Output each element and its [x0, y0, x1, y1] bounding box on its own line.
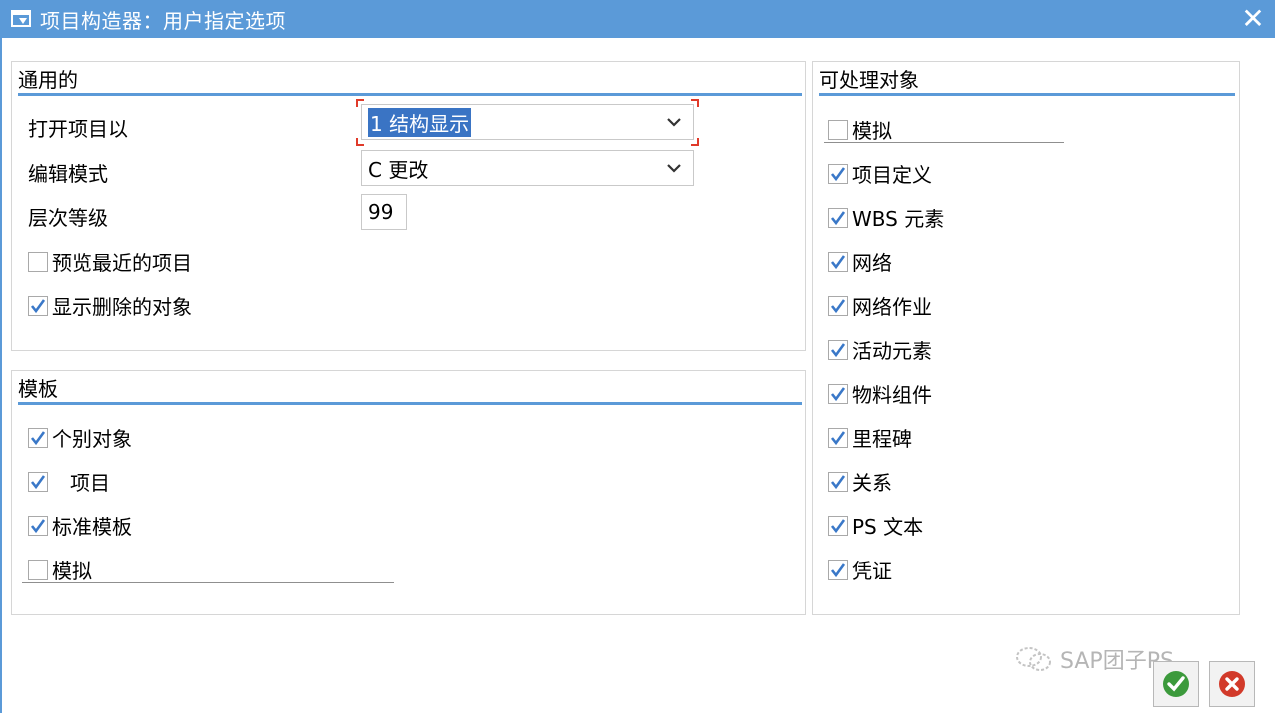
level-input[interactable]: 99: [361, 194, 407, 230]
checkbox-box: [28, 559, 48, 580]
group-template-title: 模板: [18, 377, 58, 401]
processable-item-label: 网络: [852, 251, 892, 275]
processable-item-label: 项目定义: [852, 163, 932, 187]
processable-item-label: 网络作业: [852, 295, 932, 319]
group-general-title: 通用的: [18, 68, 78, 92]
chevron-down-icon: [667, 164, 681, 173]
edit-mode-value: C 更改: [368, 157, 429, 182]
open-project-value: 1 结构显示: [368, 107, 472, 137]
template-item-label: 标准模板: [52, 515, 132, 539]
checkbox-box: [828, 295, 848, 316]
processable-item-label: 物料组件: [852, 383, 932, 407]
checkbox-box: [828, 119, 848, 140]
group-template-rule: [18, 402, 802, 405]
processable-item-label: 里程碑: [852, 427, 912, 451]
checkbox-box: [28, 427, 48, 448]
template-item-project[interactable]: 项目: [28, 467, 110, 496]
group-general-rule: [18, 93, 802, 96]
processable-item-label: 活动元素: [852, 339, 932, 363]
processable-item-network[interactable]: 网络: [828, 247, 892, 276]
processable-item-label: 模拟: [852, 119, 892, 143]
processable-item-simulation[interactable]: 模拟: [828, 115, 892, 144]
level-label: 层次等级: [28, 206, 108, 230]
check-circle-icon: [1163, 671, 1189, 697]
focus-corner-bl: [356, 138, 364, 146]
processable-simulation-rule: [824, 142, 1064, 143]
checkbox-box: [28, 295, 48, 316]
checkbox-box: [828, 163, 848, 184]
template-item-standard[interactable]: 标准模板: [28, 511, 132, 540]
processable-item-material-component[interactable]: 物料组件: [828, 379, 932, 408]
checkbox-box: [828, 515, 848, 536]
show-deleted-checkbox[interactable]: 显示删除的对象: [28, 291, 192, 320]
title-bar: 项目构造器：用户指定选项 ✕: [0, 0, 1275, 38]
checkbox-box: [828, 339, 848, 360]
close-button[interactable]: ✕: [1237, 2, 1269, 35]
processable-item-network-activity[interactable]: 网络作业: [828, 291, 932, 320]
checkbox-box: [28, 251, 48, 272]
group-template: 模板: [11, 370, 806, 615]
processable-item-label: 关系: [852, 471, 892, 495]
checkbox-box: [828, 251, 848, 272]
template-item-label: 模拟: [52, 559, 92, 583]
ok-button[interactable]: [1153, 661, 1199, 707]
template-item-label: 个别对象: [52, 427, 132, 451]
template-simulation-rule: [22, 582, 394, 583]
open-project-dropdown[interactable]: 1 结构显示: [361, 104, 694, 140]
checkbox-box: [28, 471, 48, 492]
checkbox-box: [28, 515, 48, 536]
group-processable-rule: [819, 93, 1235, 96]
window-title: 项目构造器：用户指定选项: [40, 8, 286, 33]
cancel-button[interactable]: [1209, 661, 1255, 707]
processable-item-milestone[interactable]: 里程碑: [828, 423, 912, 452]
checkbox-box: [828, 383, 848, 404]
processable-item-wbs-element[interactable]: WBS 元素: [828, 203, 944, 232]
group-processable-title: 可处理对象: [819, 68, 919, 92]
window-frame-left: [0, 38, 2, 713]
processable-item-label: 凭证: [852, 559, 892, 583]
checkbox-box: [828, 207, 848, 228]
focus-corner-br: [691, 138, 699, 146]
show-deleted-label: 显示删除的对象: [52, 295, 192, 319]
checkbox-box: [828, 427, 848, 448]
template-item-label: 项目: [70, 471, 110, 495]
wechat-icon: [1016, 647, 1051, 671]
processable-item-relationship[interactable]: 关系: [828, 467, 892, 496]
preview-recent-checkbox[interactable]: 预览最近的项目: [28, 247, 192, 276]
processable-item-ps-text[interactable]: PS 文本: [828, 511, 923, 540]
processable-item-document[interactable]: 凭证: [828, 555, 892, 584]
processable-item-label: WBS 元素: [852, 207, 945, 231]
processable-item-project-definition[interactable]: 项目定义: [828, 159, 932, 188]
open-project-label: 打开项目以: [28, 117, 128, 141]
template-item-simulation[interactable]: 模拟: [28, 555, 92, 584]
chevron-down-icon: [667, 118, 681, 127]
watermark: SAP团子PS: [1014, 643, 1174, 675]
preview-recent-label: 预览最近的项目: [52, 251, 192, 275]
focus-corner-tl: [356, 99, 364, 107]
dialog-icon: [10, 8, 34, 30]
cancel-circle-icon: [1219, 671, 1245, 697]
processable-item-activity-element[interactable]: 活动元素: [828, 335, 932, 364]
focus-corner-tr: [691, 99, 699, 107]
checkbox-box: [828, 471, 848, 492]
checkbox-box: [828, 559, 848, 580]
edit-mode-label: 编辑模式: [28, 162, 108, 186]
edit-mode-dropdown[interactable]: C 更改: [361, 150, 694, 186]
template-item-individual[interactable]: 个别对象: [28, 423, 132, 452]
processable-item-label: PS 文本: [852, 515, 924, 539]
